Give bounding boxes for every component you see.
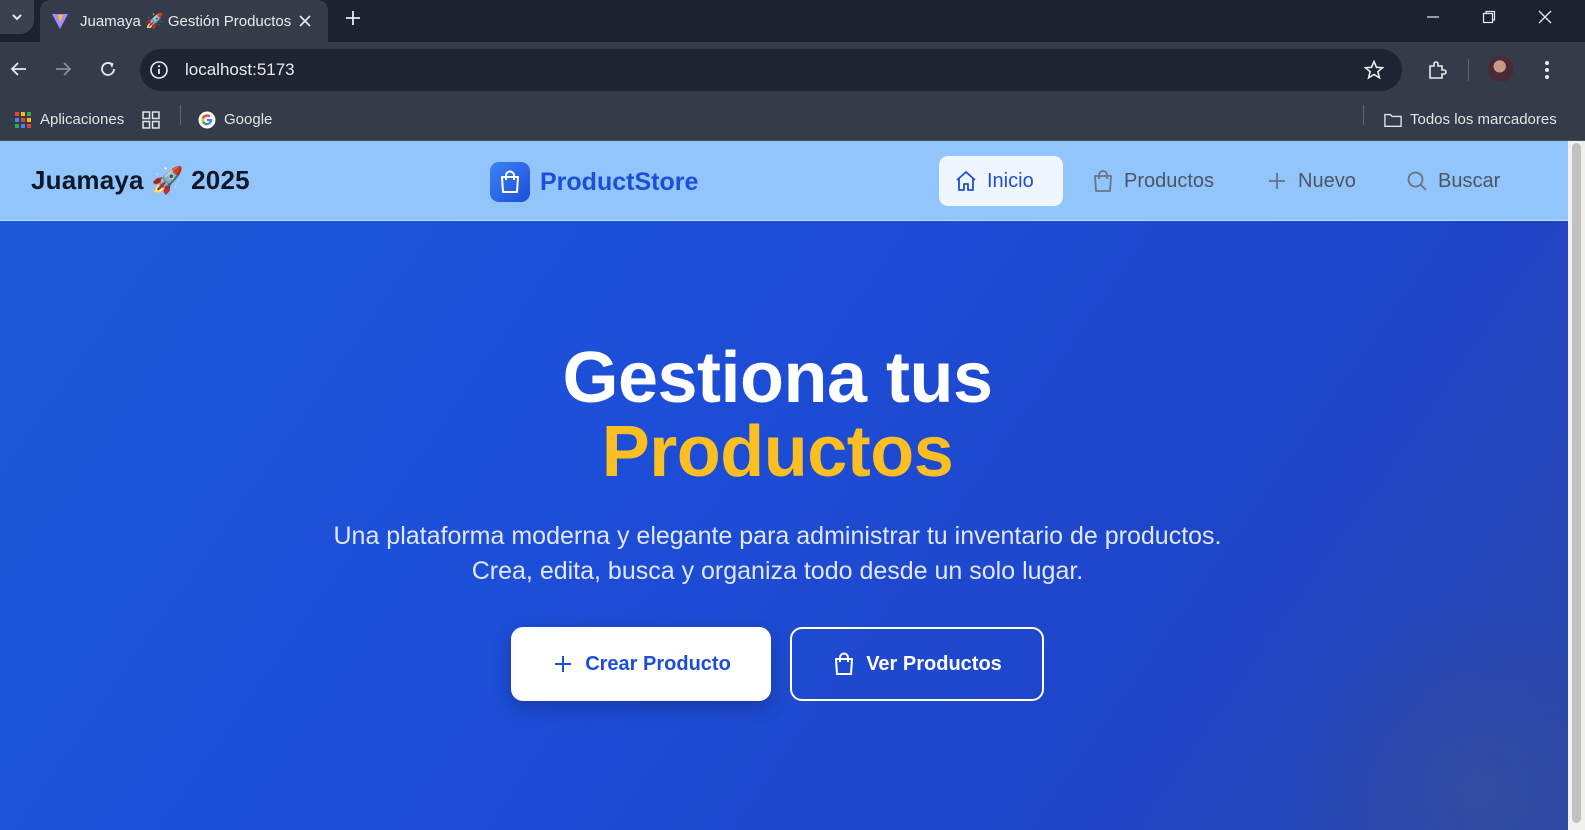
plus-icon xyxy=(346,11,360,25)
profile-avatar[interactable] xyxy=(1488,56,1514,82)
bookmark-apps-label: Aplicaciones xyxy=(40,111,125,128)
tab-title: Juamaya 🚀 Gestión Productos xyxy=(80,13,292,30)
browser-tab[interactable]: Juamaya 🚀 Gestión Productos xyxy=(40,0,328,42)
address-bar[interactable]: localhost:5173 xyxy=(140,49,1402,91)
hero-subtitle-line2: Crea, edita, busca y organiza todo desde… xyxy=(471,557,1084,585)
close-icon xyxy=(1538,10,1552,24)
restore-icon xyxy=(1482,10,1496,24)
back-button[interactable] xyxy=(4,54,34,84)
bookmark-apps[interactable]: Aplicaciones xyxy=(14,98,124,141)
forward-button[interactable] xyxy=(48,54,78,84)
nav-buscar[interactable]: Buscar xyxy=(1390,156,1518,206)
hero-title-line1: Gestiona tus xyxy=(562,338,993,418)
nav-inicio[interactable]: Inicio xyxy=(939,156,1063,206)
bookmarks-bar: Aplicaciones Google Todos los marcadores xyxy=(0,98,1585,141)
minimize-window-button[interactable] xyxy=(1405,0,1461,34)
site-brand[interactable]: Juamaya 🚀 2025 xyxy=(31,165,250,196)
shopping-bag-icon xyxy=(832,652,856,676)
hero-title-line2: Productos xyxy=(601,412,954,492)
plus-icon xyxy=(1264,168,1290,194)
hero-subtitle-line1: Una plataforma moderna y elegante para a… xyxy=(333,522,1222,550)
tab-search-button[interactable] xyxy=(0,0,34,34)
nav-nuevo[interactable]: Nuevo xyxy=(1250,156,1374,206)
url-text: localhost:5173 xyxy=(185,60,295,79)
close-window-button[interactable] xyxy=(1517,0,1573,34)
toolbar-divider xyxy=(1468,59,1469,81)
nav-buscar-label: Buscar xyxy=(1438,169,1501,192)
all-bookmarks-label: Todos los marcadores xyxy=(1410,111,1557,128)
search-icon xyxy=(1404,168,1430,194)
bookmark-divider xyxy=(180,105,181,125)
plus-icon xyxy=(551,652,575,676)
chevron-down-icon xyxy=(12,14,22,21)
bookmark-google-label: Google xyxy=(224,111,273,128)
browser-tab-strip: Juamaya 🚀 Gestión Productos xyxy=(0,0,1585,42)
browser-toolbar: localhost:5173 xyxy=(0,42,1585,98)
page-scrollbar[interactable] xyxy=(1568,141,1585,830)
google-logo-icon xyxy=(198,111,216,129)
restore-window-button[interactable] xyxy=(1461,0,1517,34)
scrollbar-thumb[interactable] xyxy=(1572,143,1581,823)
create-product-button[interactable]: Crear Producto xyxy=(511,627,771,701)
productstore-logo[interactable]: ProductStore xyxy=(490,162,698,202)
bookmark-google[interactable]: Google xyxy=(198,98,272,141)
close-tab-icon[interactable] xyxy=(294,10,316,32)
create-product-label: Crear Producto xyxy=(585,652,731,675)
new-tab-button[interactable] xyxy=(340,5,366,31)
nav-inicio-label: Inicio xyxy=(987,169,1034,192)
extensions-icon[interactable] xyxy=(1422,55,1452,85)
site-info-icon[interactable] xyxy=(146,57,172,83)
reload-button[interactable] xyxy=(93,54,123,84)
all-bookmarks-folder[interactable]: Todos los marcadores xyxy=(1384,98,1557,141)
grid-icon xyxy=(142,110,160,129)
nav-nuevo-label: Nuevo xyxy=(1298,169,1356,192)
reload-icon xyxy=(101,62,115,76)
view-products-button[interactable]: Ver Productos xyxy=(790,627,1044,701)
page-viewport: Juamaya 🚀 2025 ProductStore Inicio Produ… xyxy=(0,141,1568,830)
nav-productos-label: Productos xyxy=(1124,169,1215,192)
logo-bag-icon xyxy=(490,162,530,202)
vite-favicon-icon xyxy=(50,11,70,31)
home-icon xyxy=(953,168,979,194)
view-products-label: Ver Productos xyxy=(866,652,1002,675)
minimize-icon xyxy=(1427,16,1439,18)
arrow-left-icon xyxy=(10,62,26,76)
arrow-right-icon xyxy=(56,62,72,76)
nav-productos[interactable]: Productos xyxy=(1076,156,1232,206)
bookmark-divider xyxy=(1363,105,1364,125)
browser-menu-icon[interactable] xyxy=(1532,55,1562,85)
tab-groups-button[interactable] xyxy=(142,98,168,141)
apps-grid-icon xyxy=(14,111,32,129)
folder-icon xyxy=(1384,111,1402,129)
bookmark-star-icon[interactable] xyxy=(1362,58,1386,82)
site-navbar: Juamaya 🚀 2025 ProductStore Inicio Produ… xyxy=(0,141,1568,221)
shopping-bag-icon xyxy=(1090,168,1116,194)
logo-text: ProductStore xyxy=(540,167,699,196)
